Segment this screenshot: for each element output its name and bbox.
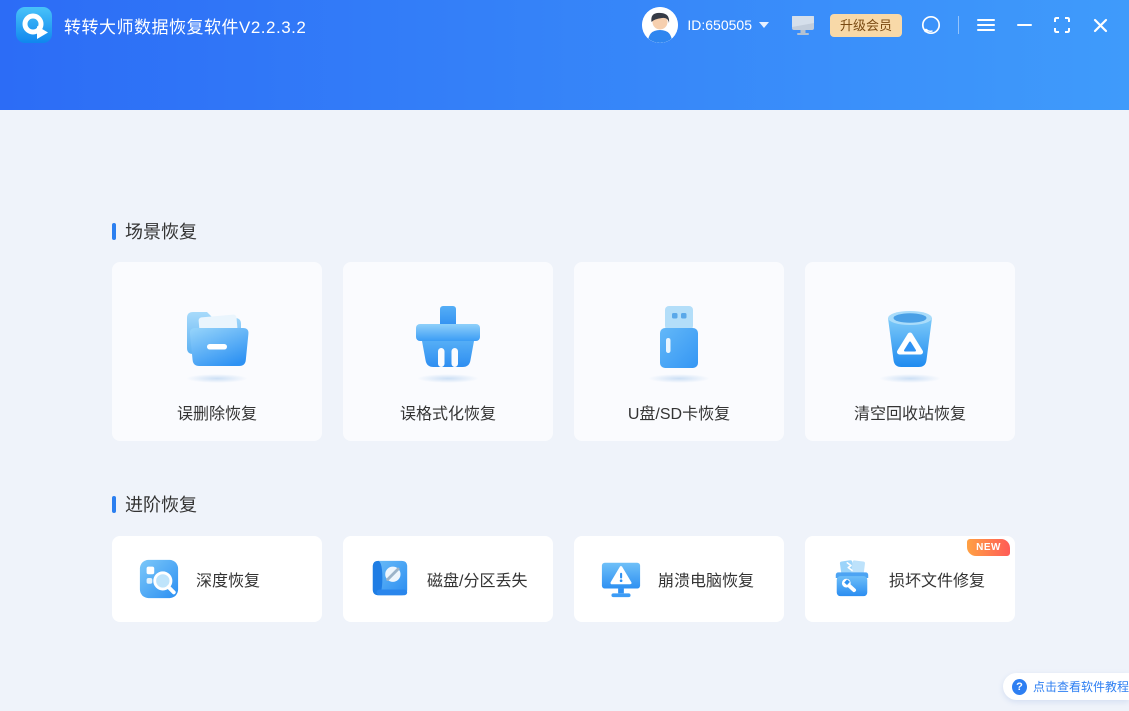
card-file-repair[interactable]: NEW 损坏文件修复: [805, 536, 1015, 622]
app-window: 转转大师数据恢复软件V2.2.3.2 ID:650505 升级会员 场景恢复 误…: [0, 0, 1129, 711]
accent-bar: [112, 222, 116, 240]
customer-service-icon[interactable]: [919, 13, 943, 37]
section-title-scenario: 场景恢复: [112, 218, 197, 244]
app-logo-icon: [16, 7, 52, 43]
card-deep-recovery[interactable]: 深度恢复: [112, 536, 322, 622]
disk-partition-icon: [372, 560, 408, 596]
card-disk-partition-loss[interactable]: 磁盘/分区丢失: [343, 536, 553, 622]
chevron-down-icon[interactable]: [758, 22, 769, 28]
icon-shadow: [186, 374, 248, 383]
icon-shadow: [417, 374, 479, 383]
folder-icon: [187, 312, 249, 366]
upgrade-member-button[interactable]: 升级会员: [829, 13, 902, 37]
menu-button[interactable]: [967, 10, 1005, 40]
usb-drive-icon: [660, 306, 698, 368]
title-bar: 转转大师数据恢复软件V2.2.3.2 ID:650505 升级会员: [0, 0, 1129, 110]
crashed-pc-icon: [601, 562, 641, 598]
accent-bar: [112, 495, 116, 513]
file-repair-icon: [835, 560, 869, 597]
avatar[interactable]: [642, 7, 679, 43]
icon-shadow: [648, 374, 710, 383]
device-monitor-icon[interactable]: [791, 15, 815, 36]
card-recycle-bin-recovery[interactable]: 清空回收站恢复: [805, 262, 1015, 441]
card-usb-sd-recovery[interactable]: U盘/SD卡恢复: [574, 262, 784, 441]
close-button[interactable]: [1081, 10, 1119, 40]
question-icon: ?: [1012, 678, 1027, 695]
user-id[interactable]: ID:650505: [687, 17, 752, 33]
maximize-button[interactable]: [1043, 10, 1081, 40]
hamburger-menu-icon: [977, 16, 995, 34]
scenario-cards: 误删除恢复 误格式化恢复 U盘/SD卡恢复 清空回收站恢复: [112, 262, 1015, 441]
card-deleted-recovery[interactable]: 误删除恢复: [112, 262, 322, 441]
card-format-recovery[interactable]: 误格式化恢复: [343, 262, 553, 441]
tutorial-label: 点击查看软件教程: [1032, 680, 1129, 694]
card-label: 误删除恢复: [176, 406, 257, 423]
advanced-cards: 深度恢复 磁盘/分区丢失 崩溃电脑恢复 NEW 损坏文件修复: [112, 536, 1015, 622]
recycle-bin-icon: [888, 311, 932, 367]
card-label: 深度恢复: [196, 573, 261, 590]
card-crashed-pc-recovery[interactable]: 崩溃电脑恢复: [574, 536, 784, 622]
icon-shadow: [879, 374, 941, 383]
card-label: 误格式化恢复: [399, 406, 496, 423]
minimize-button[interactable]: [1005, 10, 1043, 40]
format-brush-icon: [416, 306, 480, 367]
card-label: 清空回收站恢复: [853, 406, 966, 423]
maximize-icon: [1054, 17, 1070, 33]
minimize-icon: [1016, 24, 1032, 26]
app-title: 转转大师数据恢复软件V2.2.3.2: [64, 17, 307, 37]
card-label: 损坏文件修复: [889, 573, 986, 590]
new-badge: NEW: [967, 539, 1010, 556]
deep-scan-icon: [139, 559, 179, 599]
card-label: U盘/SD卡恢复: [627, 406, 731, 423]
tutorial-button[interactable]: ? 点击查看软件教程: [1003, 673, 1129, 700]
section-title-advanced: 进阶恢复: [112, 491, 197, 517]
close-icon: [1093, 18, 1107, 32]
card-label: 磁盘/分区丢失: [427, 573, 528, 590]
divider: [958, 16, 959, 34]
card-label: 崩溃电脑恢复: [658, 573, 755, 590]
